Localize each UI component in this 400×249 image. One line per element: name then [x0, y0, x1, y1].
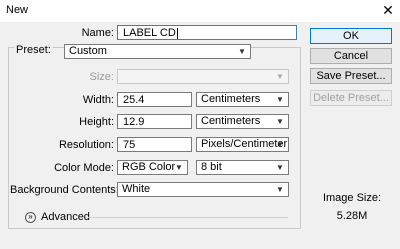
size-select: ▼ [117, 69, 289, 84]
bit-depth-select[interactable]: 8 bit ▼ [196, 160, 289, 175]
resolution-value: 75 [123, 139, 136, 151]
close-icon[interactable]: ✕ [380, 2, 396, 18]
chevron-down-icon: ▼ [276, 117, 284, 126]
chevron-down-icon: ▼ [276, 163, 284, 172]
height-label: Height: [79, 116, 114, 128]
image-size-label: Image Size: [322, 192, 382, 204]
height-value: 12.9 [123, 116, 145, 128]
color-mode-label: Color Mode: [54, 162, 114, 174]
chevron-down-icon: ▼ [238, 47, 246, 56]
width-label: Width: [82, 94, 114, 106]
chevron-down-icon: ▼ [175, 163, 183, 172]
preset-value: Custom [69, 45, 107, 57]
name-field[interactable]: LABEL CD [117, 25, 297, 40]
resolution-field[interactable]: 75 [117, 137, 192, 152]
name-value: LABEL CD [123, 27, 176, 39]
size-label: Size: [89, 71, 114, 83]
advanced-divider [88, 217, 288, 218]
height-field[interactable]: 12.9 [117, 114, 192, 129]
width-field[interactable]: 25.4 [117, 92, 192, 107]
height-unit-value: Centimeters [201, 115, 261, 127]
save-preset-button[interactable]: Save Preset... [310, 68, 392, 84]
advanced-label[interactable]: Advanced [41, 211, 90, 223]
width-unit-value: Centimeters [201, 93, 261, 105]
resolution-unit-select[interactable]: Pixels/Centimeter ▼ [196, 137, 289, 152]
text-caret [176, 27, 178, 39]
window-title: New [6, 4, 29, 16]
background-contents-label: Background Contents: [10, 184, 119, 196]
preset-label: Preset: [14, 44, 53, 56]
chevron-down-icon: ▼ [276, 140, 284, 149]
color-mode-value: RGB Color [122, 161, 176, 173]
bit-depth-value: 8 bit [201, 161, 222, 173]
chevron-down-icon: ▼ [276, 95, 284, 104]
chevron-down-icon: ▼ [276, 72, 284, 81]
color-mode-select[interactable]: RGB Color ▼ [117, 160, 188, 175]
delete-preset-button: Delete Preset... [310, 90, 392, 106]
width-unit-select[interactable]: Centimeters ▼ [196, 92, 289, 107]
width-value: 25.4 [123, 94, 145, 106]
name-label: Name: [81, 27, 114, 39]
background-contents-select[interactable]: White ▼ [117, 182, 289, 197]
chevron-down-icon: ▼ [276, 185, 284, 194]
resolution-label: Resolution: [58, 139, 114, 151]
height-unit-select[interactable]: Centimeters ▼ [196, 114, 289, 129]
expand-icon[interactable]: » [25, 212, 36, 223]
preset-select[interactable]: Custom ▼ [64, 44, 251, 59]
ok-button[interactable]: OK [310, 28, 392, 44]
cancel-button[interactable]: Cancel [310, 48, 392, 64]
image-size-value: 5.28M [336, 210, 368, 222]
background-contents-value: White [122, 183, 151, 195]
title-bar [0, 0, 400, 22]
